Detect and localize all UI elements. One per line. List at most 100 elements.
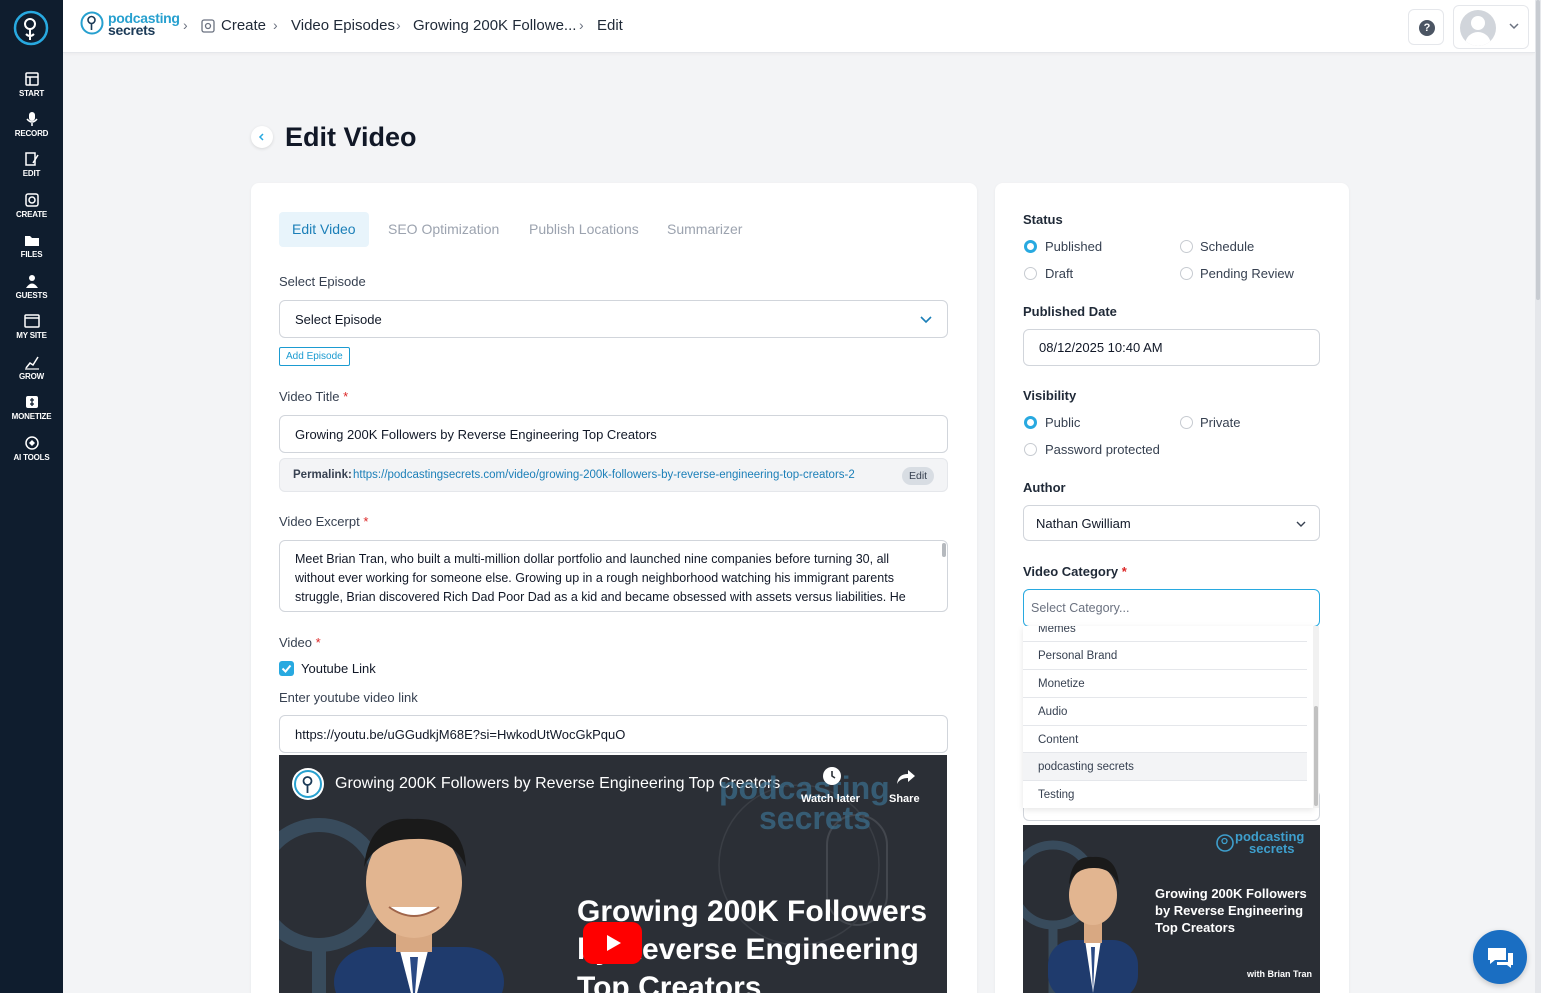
select-episode-value: Select Episode	[295, 311, 382, 327]
create-icon	[24, 193, 39, 207]
sidebar-item-guests[interactable]: GUESTS	[0, 270, 63, 308]
chat-icon	[1488, 948, 1513, 968]
guests-icon	[25, 275, 38, 288]
page-scrollbar-thumb[interactable]	[1536, 0, 1540, 300]
help-button[interactable]: ?	[1408, 9, 1444, 45]
thumbnail-brand: podcasting secrets	[1235, 829, 1305, 856]
thumbnail-headline: Growing 200K Followers by Reverse Engine…	[1155, 886, 1307, 935]
sidebar: START RECORD EDIT CREATE FILES GUESTS MY…	[0, 0, 63, 993]
tab-seo-optimization[interactable]: SEO Optimization	[375, 212, 512, 247]
breadcrumb-video-episodes[interactable]: Video Episodes	[291, 17, 395, 34]
share-icon[interactable]	[895, 768, 917, 786]
user-menu-button[interactable]	[1453, 5, 1529, 49]
tab-publish-locations[interactable]: Publish Locations	[516, 212, 652, 247]
sidebar-item-edit[interactable]: EDIT	[0, 148, 63, 186]
permalink-edit-button[interactable]: Edit	[902, 467, 935, 485]
video-title-input[interactable]: Growing 200K Followers by Reverse Engine…	[279, 415, 948, 453]
play-icon	[607, 935, 621, 951]
published-date-value: 08/12/2025 10:40 AM	[1039, 340, 1163, 355]
category-dropdown-scroll-thumb[interactable]	[1314, 706, 1318, 806]
select-episode-dropdown[interactable]: Select Episode	[279, 300, 948, 338]
video-excerpt-label: Video Excerpt *	[279, 514, 369, 529]
permalink-bar: Permalink: https://podcastingsecrets.com…	[279, 458, 948, 492]
sidebar-item-label: CREATE	[15, 210, 48, 219]
watch-later-button[interactable]: Watch later	[801, 793, 860, 805]
share-button[interactable]: Share	[889, 793, 920, 805]
status-draft-label: Draft	[1045, 266, 1074, 281]
select-episode-label: Select Episode	[279, 274, 366, 289]
brand-logo[interactable]: podcasting secrets	[80, 9, 180, 41]
youtube-video-player[interactable]: Growing 200K Followers by Reverse Engine…	[279, 755, 947, 993]
sidebar-item-files[interactable]: FILES	[0, 229, 63, 267]
video-excerpt-textarea[interactable]: Meet Brian Tran, who built a multi-milli…	[279, 540, 948, 612]
chevron-right-icon: ›	[183, 17, 188, 33]
help-icon: ?	[1419, 20, 1435, 36]
sidebar-item-grow[interactable]: GROW	[0, 351, 63, 389]
category-option-personal-brand[interactable]: Personal Brand	[1023, 641, 1307, 669]
channel-logo-icon[interactable]	[292, 768, 324, 800]
youtube-link-checkbox-label: Youtube Link	[301, 661, 376, 676]
category-option-content[interactable]: Content	[1023, 725, 1307, 753]
published-date-label: Published Date	[1023, 304, 1117, 319]
money-icon	[25, 396, 38, 408]
chevron-down-icon	[1296, 521, 1306, 527]
video-thumbnail-image[interactable]: podcasting secrets Growing 200K Follower…	[1023, 825, 1320, 993]
clock-icon[interactable]	[823, 767, 841, 785]
visibility-public-label: Public	[1045, 415, 1081, 430]
sidebar-item-start[interactable]: START	[0, 68, 63, 106]
status-published-radio[interactable]	[1024, 240, 1037, 253]
permalink-link[interactable]: https://podcastingsecrets.com/video/grow…	[353, 469, 855, 481]
status-schedule-radio[interactable]	[1180, 240, 1193, 253]
status-pending-review-radio[interactable]	[1180, 267, 1193, 280]
author-label: Author	[1023, 480, 1066, 495]
tab-edit-video[interactable]: Edit Video	[279, 212, 369, 247]
visibility-private-radio[interactable]	[1180, 416, 1193, 429]
app-logo-icon[interactable]	[13, 10, 49, 46]
visibility-password-radio[interactable]	[1024, 443, 1037, 456]
sidebar-item-label: RECORD	[14, 129, 49, 138]
video-title-value: Growing 200K Followers by Reverse Engine…	[295, 426, 657, 442]
youtube-link-label: Enter youtube video link	[279, 690, 418, 705]
add-episode-button[interactable]: Add Episode	[279, 347, 350, 366]
video-title-overlay[interactable]: Growing 200K Followers by Reverse Engine…	[335, 775, 780, 793]
status-draft-radio[interactable]	[1024, 267, 1037, 280]
category-option-monetize[interactable]: Monetize	[1023, 669, 1307, 697]
chat-button[interactable]	[1473, 930, 1527, 984]
category-option-audio[interactable]: Audio	[1023, 697, 1307, 725]
tab-summarizer[interactable]: Summarizer	[654, 212, 755, 247]
sidebar-item-create[interactable]: CREATE	[0, 189, 63, 227]
sidebar-item-record[interactable]: RECORD	[0, 108, 63, 146]
sidebar-item-label: EDIT	[22, 169, 41, 178]
category-option-testing[interactable]: Testing	[1023, 780, 1307, 808]
sidebar-item-ai-tools[interactable]: AI TOOLS	[0, 432, 63, 470]
youtube-link-input[interactable]: https://youtu.be/uGGudkjM68E?si=HwkodUtW…	[279, 715, 948, 753]
video-title-label: Video Title *	[279, 389, 349, 404]
edit-icon	[24, 152, 39, 166]
status-pending-review-label: Pending Review	[1200, 266, 1294, 281]
sidebar-item-label: FILES	[20, 250, 43, 259]
chevron-right-icon: ›	[579, 17, 584, 33]
permalink-label: Permalink:	[293, 469, 352, 481]
back-button[interactable]	[251, 126, 273, 148]
chevron-right-icon: ›	[273, 17, 278, 33]
thumbnail-guest-credit: with Brian Tran	[1247, 969, 1313, 979]
required-marker: *	[343, 389, 349, 404]
published-date-input[interactable]: 08/12/2025 10:40 AM	[1023, 329, 1320, 366]
author-select[interactable]: Nathan Gwilliam	[1023, 505, 1320, 541]
category-dropdown-list: Memes Personal Brand Monetize Audio Cont…	[1023, 626, 1314, 808]
category-option-podcasting-secrets[interactable]: podcasting secrets	[1023, 752, 1307, 780]
visibility-public-radio[interactable]	[1024, 416, 1037, 429]
play-button[interactable]	[583, 922, 642, 964]
sidebar-item-monetize[interactable]: MONETIZE	[0, 391, 63, 429]
video-category-label: Video Category *	[1023, 564, 1127, 579]
youtube-link-checkbox[interactable]	[279, 661, 294, 676]
sidebar-item-label: AI TOOLS	[13, 453, 50, 462]
textarea-scrollbar[interactable]	[942, 543, 946, 557]
sidebar-item-label: GROW	[19, 372, 44, 381]
breadcrumb-create[interactable]: Create	[221, 17, 266, 34]
sidebar-item-my-site[interactable]: MY SITE	[0, 310, 63, 348]
brand-mark-icon	[80, 11, 104, 35]
chart-icon	[24, 356, 39, 370]
category-search-input[interactable]: Select Category...	[1023, 589, 1320, 627]
breadcrumb-episode[interactable]: Growing 200K Followe...	[413, 17, 576, 34]
